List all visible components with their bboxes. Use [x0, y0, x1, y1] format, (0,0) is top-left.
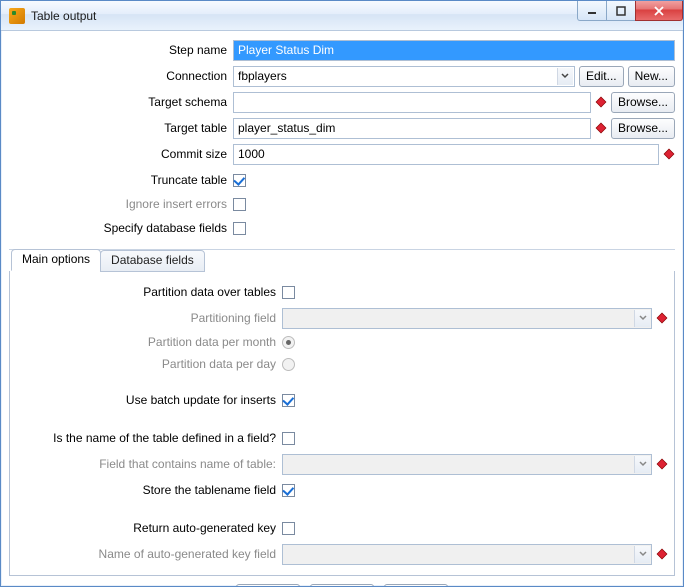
browse-label: Browse... [618, 121, 668, 135]
row-field-contains-name: Field that contains name of table: [16, 453, 668, 475]
edit-button-label: Edit... [586, 69, 617, 83]
row-connection: Connection fbplayers Edit... New... [9, 65, 675, 87]
tab-database-fields[interactable]: Database fields [100, 250, 205, 272]
row-partitioning-field: Partitioning field [16, 307, 668, 329]
ignore-errors-label: Ignore insert errors [9, 197, 233, 211]
dialog-window: Table output Step name Connection [0, 0, 684, 587]
close-icon [654, 6, 664, 16]
browse-schema-button[interactable]: Browse... [611, 92, 675, 113]
row-ignore-errors: Ignore insert errors [9, 195, 675, 213]
row-use-batch: Use batch update for inserts [16, 389, 668, 411]
chevron-down-icon [634, 546, 650, 563]
window-controls [578, 1, 683, 21]
maximize-button[interactable] [606, 1, 636, 21]
store-tablename-label: Store the tablename field [16, 483, 282, 497]
specify-fields-label: Specify database fields [9, 221, 233, 235]
row-target-table: Target table Browse... [9, 117, 675, 139]
button-bar: OK Cancel SQL [9, 576, 675, 586]
close-button[interactable] [635, 1, 683, 21]
commit-size-label: Commit size [9, 147, 233, 161]
browse-table-button[interactable]: Browse... [611, 118, 675, 139]
partition-over-label: Partition data over tables [16, 285, 282, 299]
variable-icon[interactable] [656, 548, 668, 560]
maximize-icon [616, 6, 626, 16]
browse-label: Browse... [618, 95, 668, 109]
ignore-errors-checkbox[interactable] [233, 198, 246, 211]
titlebar[interactable]: Table output [1, 1, 683, 31]
partition-day-radio [282, 358, 295, 371]
row-autokey-field: Name of auto-generated key field [16, 543, 668, 565]
row-step-name: Step name [9, 39, 675, 61]
cancel-button[interactable]: Cancel [310, 584, 374, 586]
new-connection-button[interactable]: New... [628, 66, 675, 87]
new-button-label: New... [635, 69, 668, 83]
row-name-in-field: Is the name of the table defined in a fi… [16, 427, 668, 449]
connection-combo[interactable]: fbplayers [233, 66, 575, 87]
partition-month-label: Partition data per month [16, 335, 282, 349]
use-batch-label: Use batch update for inserts [16, 393, 282, 407]
tabs: Main options Database fields Partition d… [9, 249, 675, 576]
client-area: Step name Connection fbplayers Edit... N… [1, 31, 683, 586]
step-name-input[interactable] [233, 40, 675, 61]
target-schema-input[interactable] [233, 92, 591, 113]
sql-button[interactable]: SQL [384, 584, 448, 586]
edit-connection-button[interactable]: Edit... [579, 66, 624, 87]
specify-fields-checkbox[interactable] [233, 222, 246, 235]
field-contains-name-combo [282, 454, 652, 475]
tabpage-main-options: Partition data over tables Partitioning … [9, 271, 675, 576]
partition-day-label: Partition data per day [16, 357, 282, 371]
autokey-field-combo [282, 544, 652, 565]
variable-icon[interactable] [656, 312, 668, 324]
row-store-tablename: Store the tablename field [16, 479, 668, 501]
step-name-label: Step name [9, 43, 233, 57]
connection-value: fbplayers [238, 69, 287, 83]
target-table-input[interactable] [233, 118, 591, 139]
truncate-checkbox[interactable] [233, 174, 246, 187]
row-truncate: Truncate table [9, 169, 675, 191]
partitioning-field-label: Partitioning field [16, 311, 282, 325]
variable-icon[interactable] [595, 96, 607, 108]
commit-size-input[interactable] [233, 144, 659, 165]
tabstrip: Main options Database fields [9, 249, 675, 271]
name-in-field-checkbox[interactable] [282, 432, 295, 445]
minimize-button[interactable] [577, 1, 607, 21]
target-table-label: Target table [9, 121, 233, 135]
row-partition-over: Partition data over tables [16, 281, 668, 303]
name-in-field-label: Is the name of the table defined in a fi… [16, 431, 282, 445]
connection-label: Connection [9, 69, 233, 83]
variable-icon[interactable] [595, 122, 607, 134]
app-icon [9, 8, 25, 24]
row-specify-fields: Specify database fields [9, 217, 675, 239]
chevron-down-icon [634, 310, 650, 327]
partition-over-checkbox[interactable] [282, 286, 295, 299]
variable-icon[interactable] [656, 458, 668, 470]
truncate-label: Truncate table [9, 173, 233, 187]
field-contains-name-label: Field that contains name of table: [16, 457, 282, 471]
row-partition-day: Partition data per day [16, 355, 668, 373]
use-batch-checkbox[interactable] [282, 394, 295, 407]
row-return-autokey: Return auto-generated key [16, 517, 668, 539]
chevron-down-icon [557, 68, 573, 85]
target-schema-label: Target schema [9, 95, 233, 109]
row-target-schema: Target schema Browse... [9, 91, 675, 113]
chevron-down-icon [634, 456, 650, 473]
autokey-field-label: Name of auto-generated key field [16, 547, 282, 561]
row-partition-month: Partition data per month [16, 333, 668, 351]
return-autokey-label: Return auto-generated key [16, 521, 282, 535]
minimize-icon [587, 6, 597, 16]
return-autokey-checkbox[interactable] [282, 522, 295, 535]
partitioning-field-combo [282, 308, 652, 329]
row-commit-size: Commit size [9, 143, 675, 165]
partition-month-radio [282, 336, 295, 349]
variable-icon[interactable] [663, 148, 675, 160]
tab-main-options[interactable]: Main options [11, 249, 101, 271]
window-title: Table output [31, 9, 96, 23]
ok-button[interactable]: OK [236, 584, 300, 586]
store-tablename-checkbox[interactable] [282, 484, 295, 497]
